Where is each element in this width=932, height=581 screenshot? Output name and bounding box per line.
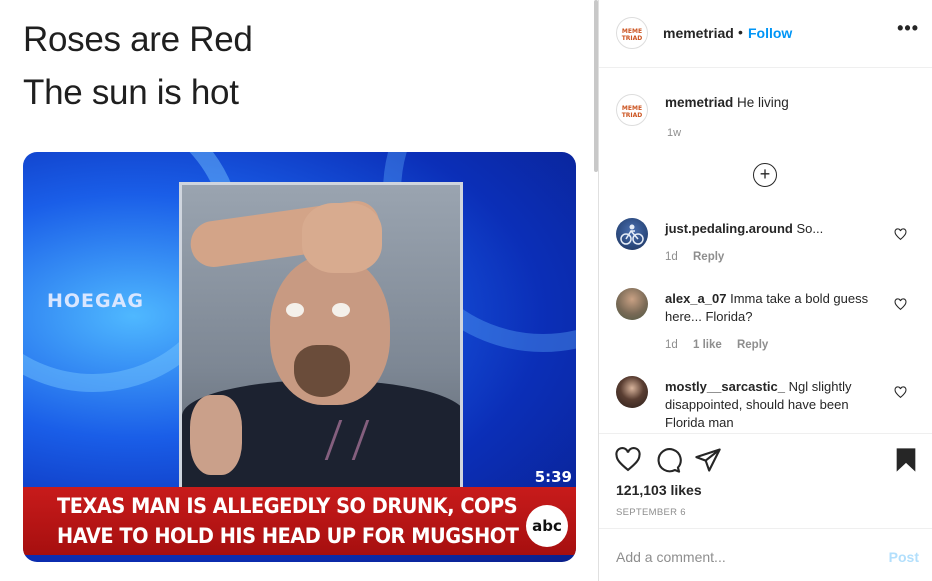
beard-shape (294, 345, 350, 397)
caption-username[interactable]: memetriad (665, 95, 733, 110)
ticker-line-2: HAVE TO HOLD HIS HEAD UP FOR MUGSHOT (57, 524, 519, 548)
post-comment-button[interactable]: Post (889, 549, 919, 565)
heart-icon[interactable] (894, 298, 907, 311)
comment-body: alex_a_07 Imma take a bold guess here...… (665, 290, 883, 326)
caption-body: He living (737, 95, 789, 110)
reply-button[interactable]: Reply (737, 339, 768, 351)
comment-text: So... (796, 221, 824, 236)
avatar-text: MEME TRIAD (621, 28, 643, 42)
bookmark-icon[interactable] (892, 446, 920, 474)
commenter-avatar[interactable] (616, 376, 648, 408)
comment-meta: 1d 1 like Reply (665, 339, 780, 351)
broadcast-timestamp: 5:39 (534, 468, 572, 486)
mugshot-photo (179, 182, 463, 492)
post-side-panel: MEME TRIAD memetriad • Follow ••• MEME T… (598, 0, 932, 581)
post-actions: 121,103 likes SEPTEMBER 6 (599, 433, 932, 528)
post-image[interactable]: Roses are Red The sun is hot HOEGAG 5:39… (0, 0, 598, 581)
comment-username[interactable]: alex_a_07 (665, 291, 726, 306)
hand-shape (190, 395, 242, 475)
plus-circle-icon[interactable]: + (753, 163, 777, 187)
follow-button[interactable]: Follow (748, 25, 792, 41)
avatar-text: MEME TRIAD (621, 105, 643, 119)
watermark: HOEGAG (47, 290, 144, 312)
heart-icon[interactable] (614, 446, 642, 474)
caption-avatar[interactable]: MEME TRIAD (616, 94, 648, 126)
author-username[interactable]: memetriad (663, 25, 734, 41)
comment-time[interactable]: 1d (665, 251, 678, 263)
add-comment-bar: Add a comment... Post (599, 528, 932, 581)
separator-dot: • (738, 24, 743, 40)
comment-body: mostly__sarcastic_ Ngl slightly disappoi… (665, 378, 883, 432)
caption-text: memetriad He living (665, 95, 789, 110)
post-date[interactable]: SEPTEMBER 6 (616, 507, 686, 518)
commenter-avatar[interactable] (616, 218, 648, 250)
heart-icon[interactable] (894, 386, 907, 399)
hand-shape (302, 203, 382, 273)
news-screenshot: HOEGAG 5:39 TEXAS MAN IS ALLEGEDLY SO DR… (23, 152, 576, 562)
more-options-icon[interactable]: ••• (897, 18, 919, 39)
comment-likes[interactable]: 1 like (693, 339, 722, 351)
commenter-avatar[interactable] (616, 288, 648, 320)
eye-shape (286, 303, 304, 317)
comment-body: just.pedaling.around So... (665, 220, 883, 238)
meme-caption-line-2: The sun is hot (23, 73, 239, 112)
eye-shape (332, 303, 350, 317)
comment-input[interactable]: Add a comment... (616, 549, 726, 565)
author-avatar[interactable]: MEME TRIAD (616, 17, 648, 49)
ticker-line-1: TEXAS MAN IS ALLEGEDLY SO DRUNK, COPS (57, 494, 518, 518)
caption-time[interactable]: 1w (667, 127, 681, 139)
comment-time[interactable]: 1d (665, 339, 678, 351)
post-header: MEME TRIAD memetriad • Follow ••• (599, 0, 932, 68)
meme-caption-line-1: Roses are Red (23, 20, 253, 59)
heart-icon[interactable] (894, 228, 907, 241)
bicycle-icon (620, 224, 644, 245)
send-icon[interactable] (694, 446, 722, 474)
news-ticker: TEXAS MAN IS ALLEGEDLY SO DRUNK, COPS HA… (23, 487, 576, 555)
likes-count[interactable]: 121,103 likes (616, 482, 702, 498)
comment-meta: 1d Reply (665, 251, 736, 263)
comment-username[interactable]: mostly__sarcastic_ (665, 379, 785, 394)
reply-button[interactable]: Reply (693, 251, 724, 263)
comment-username[interactable]: just.pedaling.around (665, 221, 793, 236)
network-logo: abc (526, 505, 568, 547)
comment-icon[interactable] (654, 446, 682, 474)
